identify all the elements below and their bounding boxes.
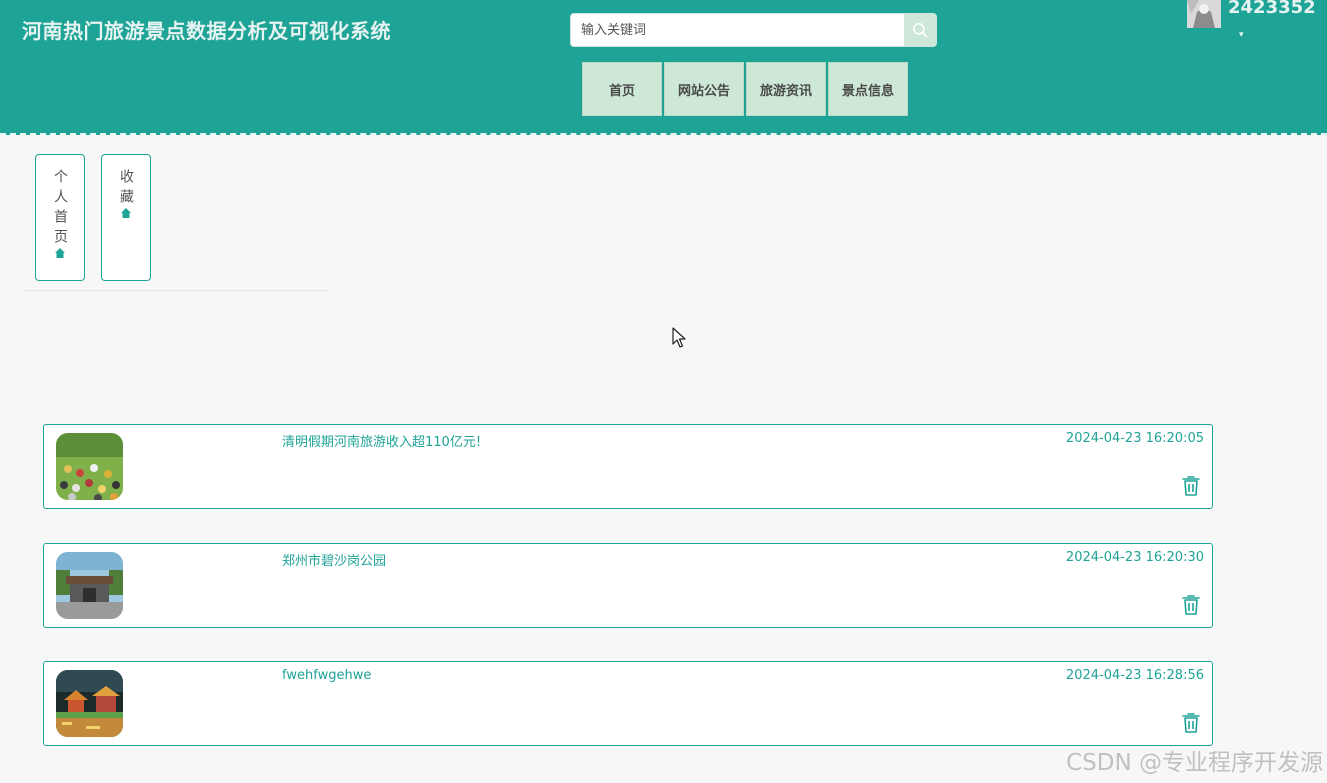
site-title: 河南热门旅游景点数据分析及可视化系统 — [22, 19, 391, 43]
main-nav: 首页 网站公告 旅游资讯 景点信息 — [582, 62, 910, 116]
home-icon — [121, 208, 131, 218]
side-item-favorites[interactable]: 收藏 — [101, 154, 151, 281]
search-input[interactable] — [571, 14, 905, 46]
side-item-label: 收藏 — [118, 169, 134, 209]
favorite-time: 2024-04-23 16:28:56 — [1065, 668, 1204, 683]
user-menu[interactable]: 2423352 ▾ — [1187, 0, 1327, 50]
favorite-thumbnail[interactable] — [56, 552, 123, 619]
mouse-cursor-icon — [672, 327, 686, 348]
side-item-label: 个人首页 — [52, 169, 68, 249]
delete-icon[interactable] — [1182, 594, 1200, 615]
search-button[interactable] — [904, 14, 936, 46]
top-header: 河南热门旅游景点数据分析及可视化系统 首页 网站公告 旅游资讯 景点信息 242… — [0, 0, 1327, 135]
delete-icon[interactable] — [1182, 475, 1200, 496]
delete-icon[interactable] — [1182, 712, 1200, 733]
chevron-down-icon[interactable]: ▾ — [1239, 30, 1244, 40]
favorite-time: 2024-04-23 16:20:30 — [1065, 550, 1204, 565]
favorite-item[interactable]: fwehfwgehwe 2024-04-23 16:28:56 — [43, 661, 1213, 746]
avatar[interactable] — [1187, 0, 1221, 28]
nav-attractions[interactable]: 景点信息 — [828, 62, 908, 116]
favorite-item[interactable]: 清明假期河南旅游收入超110亿元! 2024-04-23 16:20:05 — [43, 424, 1213, 509]
search-icon — [913, 23, 928, 38]
home-icon — [55, 248, 65, 258]
favorite-title[interactable]: 郑州市碧沙岗公园 — [282, 550, 386, 569]
nav-home[interactable]: 首页 — [582, 62, 662, 116]
watermark: CSDN @专业程序开发源 — [1066, 750, 1323, 776]
favorite-title[interactable]: fwehfwgehwe — [282, 668, 371, 683]
favorite-thumbnail[interactable] — [56, 433, 123, 500]
search-bar — [570, 13, 937, 47]
nav-announcements[interactable]: 网站公告 — [664, 62, 744, 116]
favorite-time: 2024-04-23 16:20:05 — [1065, 431, 1204, 446]
nav-travel-news[interactable]: 旅游资讯 — [746, 62, 826, 116]
favorite-item[interactable]: 郑州市碧沙岗公园 2024-04-23 16:20:30 — [43, 543, 1213, 628]
favorite-title[interactable]: 清明假期河南旅游收入超110亿元! — [282, 431, 481, 450]
side-menu: 个人首页 收藏 — [25, 144, 328, 291]
username[interactable]: 2423352 — [1228, 0, 1316, 18]
side-item-profile[interactable]: 个人首页 — [35, 154, 85, 281]
favorite-thumbnail[interactable] — [56, 670, 123, 737]
